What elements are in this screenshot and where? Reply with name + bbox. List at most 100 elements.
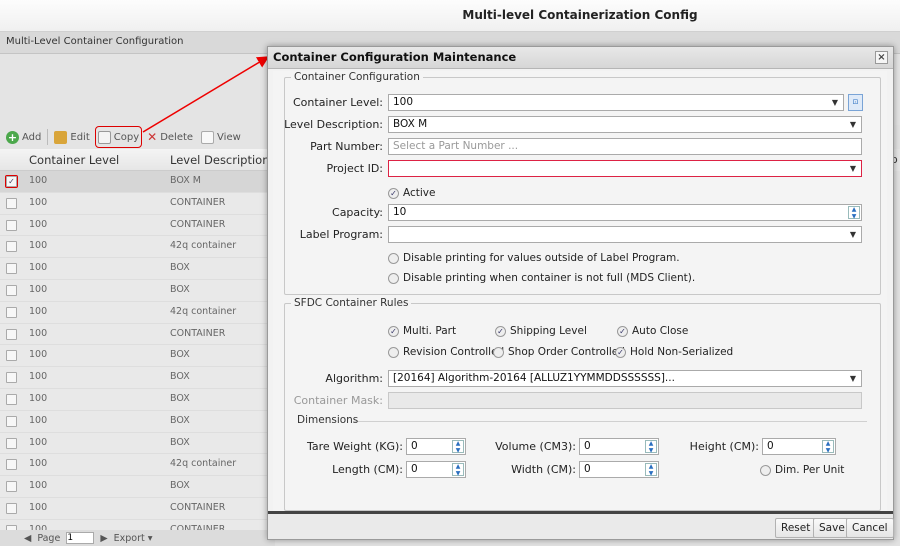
table-row[interactable]: ✓ 100 BOX M	[0, 171, 275, 193]
row-checkbox[interactable]	[6, 350, 17, 362]
pager: ◀ Page ▶ Export ▾	[0, 530, 275, 546]
cell-level-description: BOX	[170, 262, 190, 274]
row-checkbox[interactable]	[6, 197, 17, 209]
view-button[interactable]: View	[199, 127, 243, 147]
cell-container-level: 100	[29, 371, 48, 383]
copy-button[interactable]: Copy	[94, 126, 143, 148]
row-checkbox[interactable]	[6, 393, 17, 405]
spinner-icon[interactable]: ▲ ▼	[848, 206, 860, 219]
cell-level-description: CONTAINER	[170, 218, 226, 230]
cell-level-description: BOX	[170, 392, 190, 404]
row-checkbox[interactable]	[6, 241, 17, 253]
delete-button[interactable]: ✕ Delete	[145, 127, 195, 147]
row-checkbox[interactable]	[6, 437, 17, 449]
table-row[interactable]: 100 BOX	[0, 258, 275, 280]
column-container-level[interactable]: Container Level	[29, 153, 119, 167]
multi-part-checkbox[interactable]: ✓ Multi. Part	[388, 325, 456, 337]
cell-container-level: 100	[29, 458, 48, 470]
reset-button[interactable]: Reset	[775, 518, 817, 538]
project-id-label: Project ID:	[326, 162, 383, 175]
cell-container-level: 100	[29, 262, 48, 274]
dialog-body: Container Configuration Container Level:…	[273, 71, 887, 513]
edit-button[interactable]: Edit	[52, 127, 91, 147]
table-row[interactable]: 100 BOX	[0, 476, 275, 498]
row-checkbox[interactable]	[6, 219, 17, 231]
grid-toolbar: + Add Edit Copy ✕ Delete View	[0, 125, 275, 149]
table-row[interactable]: 100 BOX	[0, 279, 275, 302]
row-checkbox[interactable]	[6, 372, 17, 384]
page-input[interactable]	[66, 532, 95, 544]
column-level-description[interactable]: Level Description	[170, 153, 270, 167]
row-checkbox[interactable]	[6, 415, 17, 427]
volume-input[interactable]: 0 ▲ ▼	[579, 438, 659, 455]
table-row[interactable]: 100 CONTAINER	[0, 323, 275, 346]
table-row[interactable]: 100 CONTAINER	[0, 497, 275, 520]
checkbox-icon	[760, 464, 771, 476]
spinner-icon[interactable]: ▲ ▼	[822, 440, 834, 453]
cell-container-level: 100	[29, 305, 48, 317]
part-number-input[interactable]: Select a Part Number ...	[388, 138, 862, 155]
width-label: Width (CM):	[511, 463, 576, 476]
spinner-icon[interactable]: ▲ ▼	[645, 463, 657, 476]
shipping-level-checkbox[interactable]: ✓ Shipping Level	[495, 325, 587, 337]
row-checkbox[interactable]	[6, 459, 17, 471]
volume-label: Volume (CM3):	[495, 440, 576, 453]
check-icon: ✓	[615, 346, 626, 358]
section-legend: SFDC Container Rules	[294, 297, 409, 309]
row-checkbox[interactable]	[6, 328, 17, 340]
tare-weight-input[interactable]: 0 ▲ ▼	[406, 438, 466, 455]
project-id-select[interactable]: ▼	[388, 160, 862, 177]
disable-printing-not-full-checkbox[interactable]: Disable printing when container is not f…	[388, 272, 695, 284]
cancel-button[interactable]: Cancel	[846, 518, 894, 538]
table-row[interactable]: 100 BOX	[0, 345, 275, 368]
spinner-icon[interactable]: ▲ ▼	[452, 463, 464, 476]
cell-container-level: 100	[29, 175, 48, 186]
table-row[interactable]: 100 42q container	[0, 454, 275, 477]
row-checkbox[interactable]	[6, 263, 17, 275]
table-row[interactable]: 100 BOX	[0, 367, 275, 389]
next-page-icon[interactable]: ▶	[100, 533, 107, 544]
row-checkbox[interactable]	[6, 306, 17, 318]
table-row[interactable]: 100 BOX	[0, 410, 275, 433]
cell-level-description: 42q container	[170, 458, 237, 470]
shop-order-controlled-checkbox[interactable]: Shop Order Controlled	[493, 346, 625, 358]
export-button[interactable]: Export ▾	[114, 533, 153, 544]
table-row[interactable]: 100 BOX	[0, 388, 275, 411]
prev-page-icon[interactable]: ◀	[24, 533, 31, 544]
table-row[interactable]: 100 42q container	[0, 301, 275, 324]
container-level-select[interactable]: 100 ▼	[388, 94, 844, 111]
length-input[interactable]: 0 ▲ ▼	[406, 461, 466, 478]
table-row[interactable]: 100 CONTAINER	[0, 192, 275, 215]
hold-non-serialized-checkbox[interactable]: ✓ Hold Non-Serialized	[615, 346, 733, 358]
level-description-select[interactable]: BOX M ▼	[388, 116, 862, 133]
close-icon[interactable]: ×	[875, 51, 888, 64]
table-row[interactable]: 100 CONTAINER	[0, 214, 275, 237]
active-checkbox[interactable]: ✓ Active	[388, 187, 435, 199]
chevron-down-icon: ▼	[831, 98, 839, 107]
row-checkbox[interactable]: ✓	[5, 175, 18, 188]
revision-controlled-checkbox[interactable]: Revision Controlled	[388, 346, 504, 358]
label-program-select[interactable]: ▼	[388, 226, 862, 243]
row-checkbox[interactable]	[6, 481, 17, 493]
capacity-input[interactable]: 10 ▲ ▼	[388, 204, 862, 221]
level-description-label: Level Description:	[284, 118, 383, 131]
table-row[interactable]: 100 42q container	[0, 236, 275, 259]
row-checkbox[interactable]	[6, 284, 17, 296]
disable-printing-outside-checkbox[interactable]: Disable printing for values outside of L…	[388, 252, 680, 264]
height-input[interactable]: 0 ▲ ▼	[762, 438, 836, 455]
grid-header: Container Level Level Description	[0, 149, 275, 171]
row-checkbox[interactable]	[6, 502, 17, 514]
tare-weight-label: Tare Weight (KG):	[306, 440, 403, 453]
algorithm-select[interactable]: [20164] Algorithm-20164 [ALLUZ1YYMMDDSSS…	[388, 370, 862, 387]
lookup-icon[interactable]: ⊡	[848, 94, 863, 111]
table-row[interactable]: 100 BOX	[0, 432, 275, 455]
auto-close-checkbox[interactable]: ✓ Auto Close	[617, 325, 688, 337]
add-icon: +	[6, 130, 19, 144]
dim-per-unit-checkbox[interactable]: Dim. Per Unit	[760, 464, 844, 476]
spinner-icon[interactable]: ▲ ▼	[452, 440, 464, 453]
width-input[interactable]: 0 ▲ ▼	[579, 461, 659, 478]
add-button[interactable]: + Add	[4, 127, 43, 147]
cell-container-level: 100	[29, 392, 48, 404]
spinner-icon[interactable]: ▲ ▼	[645, 440, 657, 453]
container-level-label: Container Level:	[293, 96, 383, 109]
